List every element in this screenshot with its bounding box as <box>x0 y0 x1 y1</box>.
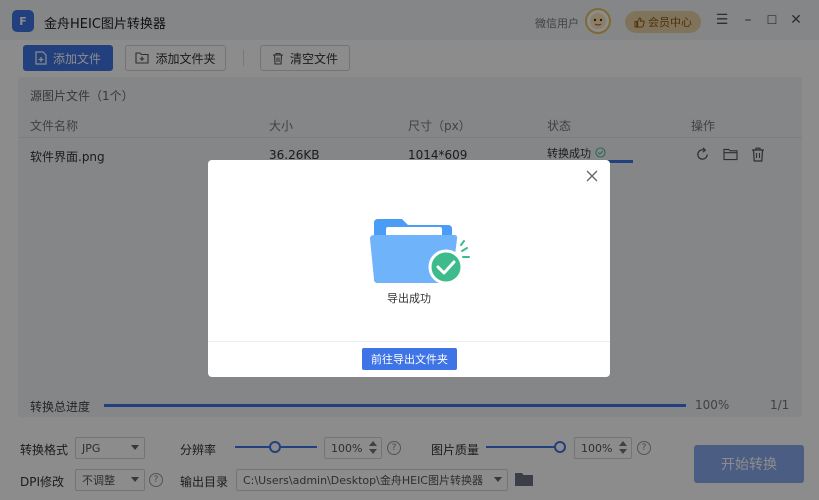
dialog-message: 导出成功 <box>387 292 431 305</box>
folder-success-icon <box>370 219 470 285</box>
open-export-folder-button[interactable]: 前往导出文件夹 <box>362 348 457 370</box>
dialog-divider <box>208 341 610 342</box>
export-success-dialog: 导出成功 前往导出文件夹 <box>208 160 610 377</box>
close-icon[interactable] <box>584 168 600 184</box>
